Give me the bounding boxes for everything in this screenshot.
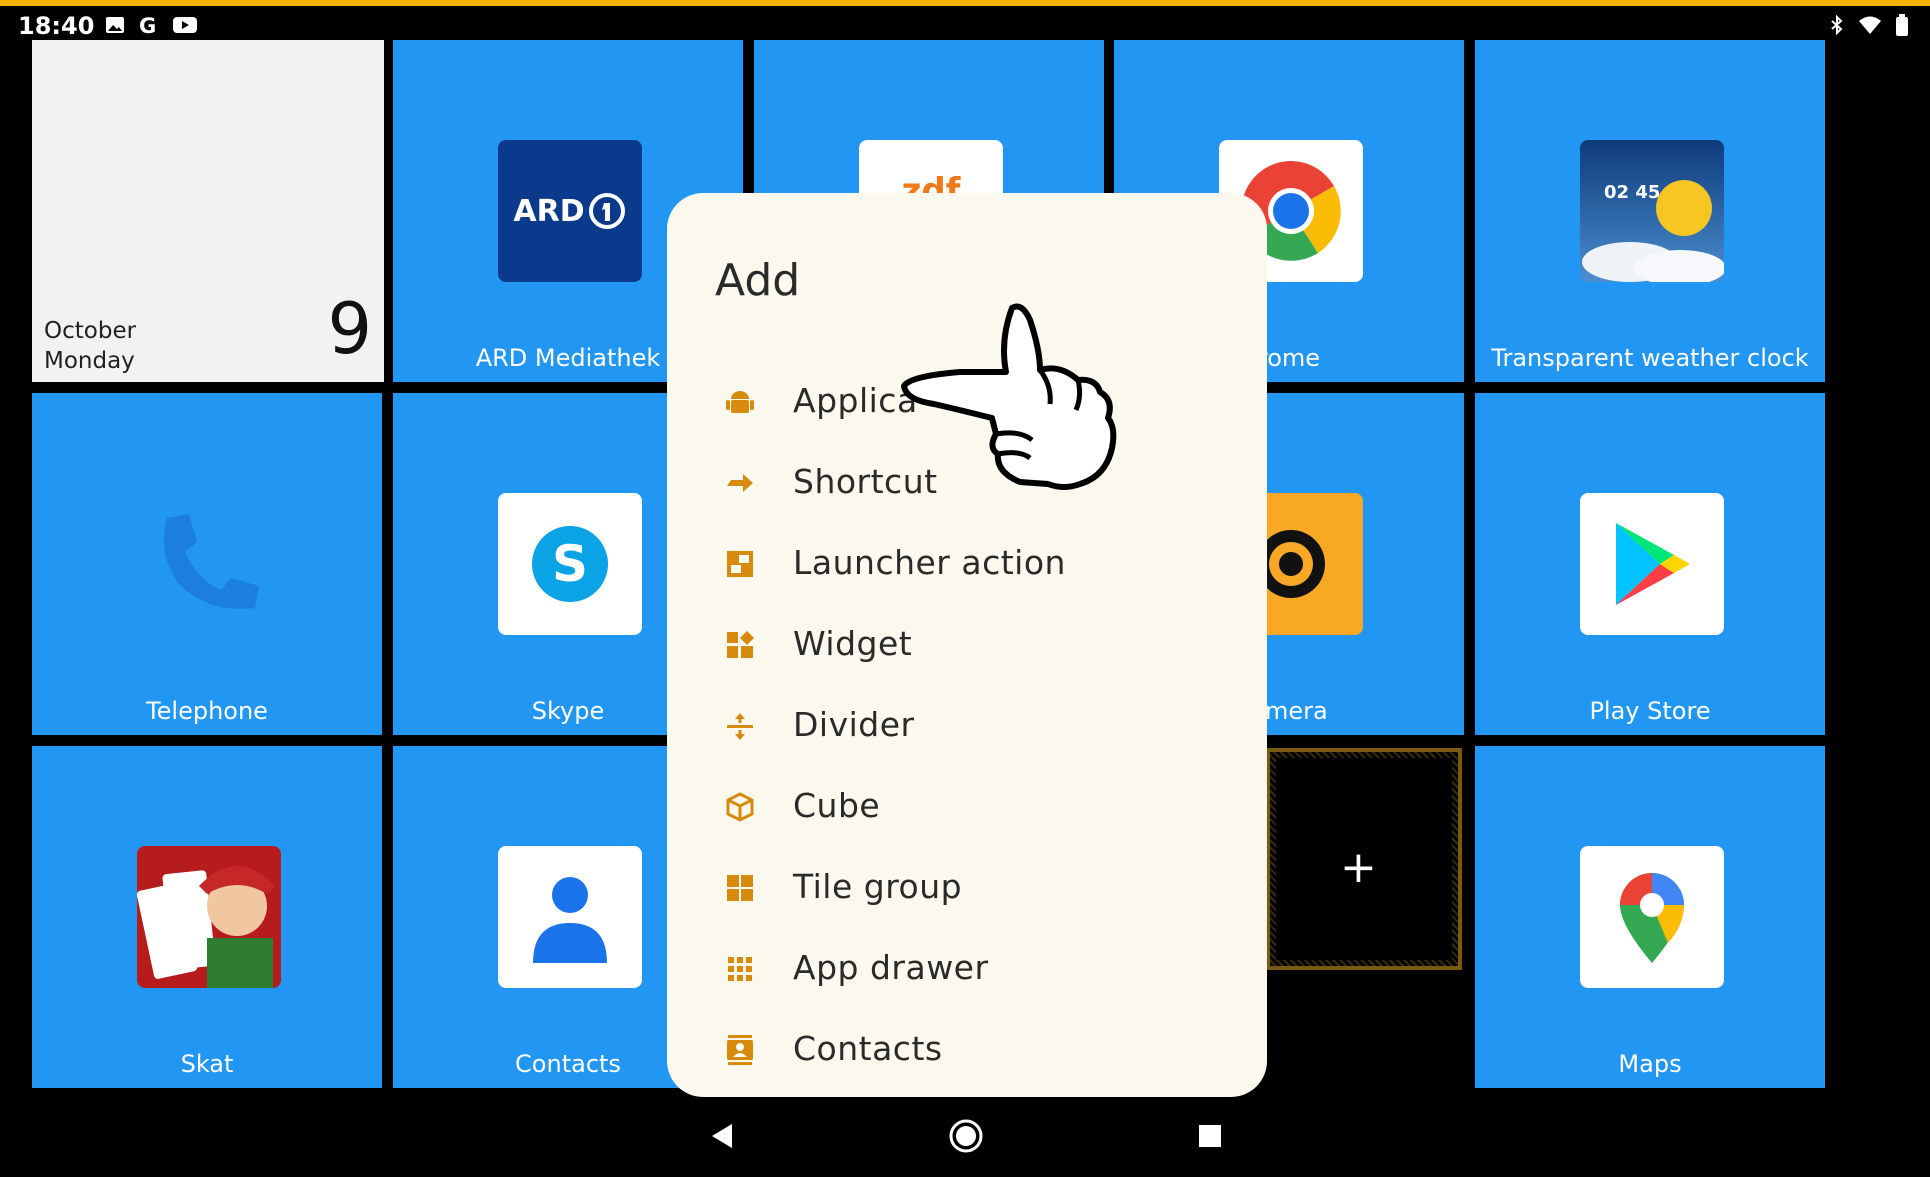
recents-icon[interactable] bbox=[1190, 1116, 1230, 1156]
wifi-icon bbox=[1859, 16, 1881, 34]
tile-telephone[interactable]: Telephone bbox=[32, 393, 382, 735]
image-icon bbox=[106, 17, 124, 33]
menu-item-label: Widget bbox=[793, 624, 913, 663]
shortcut-arrow-icon bbox=[727, 474, 753, 492]
menu-item-label: Divider bbox=[793, 705, 915, 744]
maps-pin-icon bbox=[1580, 846, 1724, 988]
play-store-icon bbox=[1580, 493, 1724, 635]
menu-item-label: Tile group bbox=[793, 867, 963, 906]
tile-label: Skat bbox=[180, 1050, 234, 1078]
contacts-icon bbox=[727, 1035, 753, 1065]
dialog-title: Add bbox=[715, 255, 801, 306]
weather-icon: 02 45 bbox=[1580, 140, 1724, 282]
svg-text:S: S bbox=[552, 535, 588, 593]
cube-icon bbox=[726, 792, 754, 822]
widget-icon bbox=[727, 631, 754, 658]
tile-label: Telephone bbox=[146, 697, 268, 725]
navigation-bar bbox=[0, 1098, 1930, 1177]
youtube-icon bbox=[173, 17, 197, 33]
menu-item-widget[interactable]: Widget bbox=[667, 608, 1267, 688]
contacts-person-icon bbox=[498, 846, 642, 988]
battery-icon bbox=[1896, 14, 1908, 36]
svg-text:G: G bbox=[139, 14, 156, 36]
calendar-month: October bbox=[44, 318, 137, 344]
calendar-tile[interactable]: October Monday 9 bbox=[32, 40, 384, 382]
menu-item-label: Launcher action bbox=[793, 543, 1066, 582]
tile-group-icon bbox=[727, 875, 753, 901]
phone-icon bbox=[137, 493, 281, 635]
add-tile-placeholder[interactable]: + bbox=[1266, 748, 1462, 970]
plus-icon: + bbox=[1340, 842, 1377, 893]
android-icon bbox=[726, 391, 754, 413]
menu-item-label: Applica bbox=[793, 381, 918, 420]
menu-item-cube[interactable]: Cube bbox=[667, 770, 1267, 850]
tile-label: Transparent weather clock bbox=[1491, 344, 1809, 372]
app-drawer-icon bbox=[728, 957, 752, 981]
menu-item-label: Contacts bbox=[793, 1029, 943, 1068]
bluetooth-icon bbox=[1831, 15, 1843, 35]
back-icon[interactable] bbox=[702, 1116, 742, 1156]
tile-label: Maps bbox=[1618, 1050, 1682, 1078]
launcher-action-icon bbox=[727, 551, 753, 577]
pointing-hand-icon bbox=[901, 303, 1117, 490]
calendar-day-number: 9 bbox=[327, 288, 372, 370]
divider-icon bbox=[727, 713, 753, 740]
calendar-weekday: Monday bbox=[44, 348, 135, 374]
tile-maps[interactable]: Maps bbox=[1475, 746, 1825, 1088]
tile-weather[interactable]: 02 45 Transparent weather clock bbox=[1475, 40, 1825, 382]
menu-item-contacts[interactable]: Contacts bbox=[667, 1013, 1267, 1093]
skat-cards-icon bbox=[137, 846, 281, 988]
menu-item-launcher-action[interactable]: Launcher action bbox=[667, 527, 1267, 607]
clock-time: 18:40 bbox=[18, 12, 95, 40]
menu-item-label: Cube bbox=[793, 786, 881, 825]
tile-label: Play Store bbox=[1589, 697, 1711, 725]
menu-item-tile-group[interactable]: Tile group bbox=[667, 851, 1267, 931]
ard-icon: ARD bbox=[498, 140, 642, 282]
google-icon: G bbox=[139, 14, 156, 36]
status-bar: 18:40 G bbox=[0, 6, 1930, 42]
skype-icon: S bbox=[498, 493, 642, 635]
home-icon[interactable] bbox=[946, 1116, 986, 1156]
menu-item-label: App drawer bbox=[793, 948, 989, 987]
menu-item-divider[interactable]: Divider bbox=[667, 689, 1267, 769]
tile-skat[interactable]: Skat bbox=[32, 746, 382, 1088]
status-right bbox=[1830, 14, 1908, 36]
menu-item-app-drawer[interactable]: App drawer bbox=[667, 932, 1267, 1012]
tile-play-store[interactable]: Play Store bbox=[1475, 393, 1825, 735]
